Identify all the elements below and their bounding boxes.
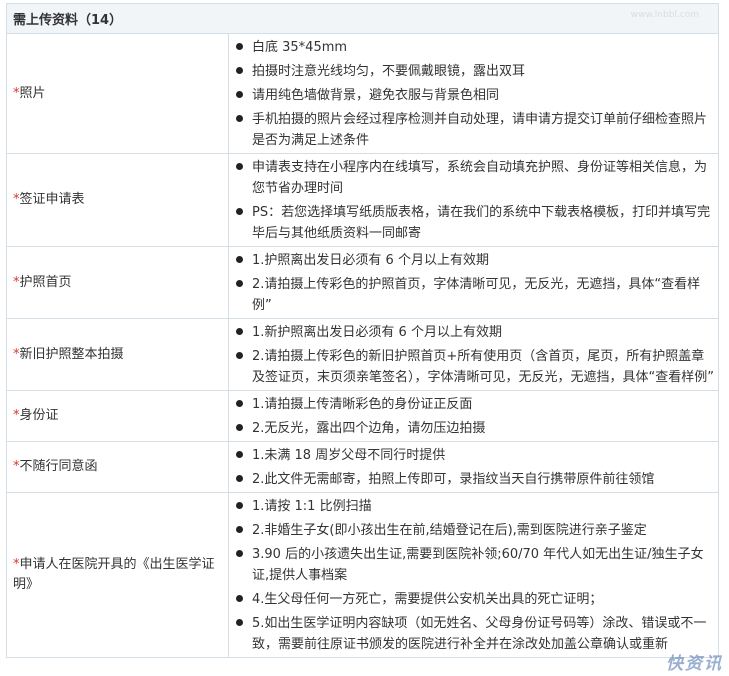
list-item: 1.请拍摄上传清晰彩色的身份证正反面 [234,394,714,415]
bullet-icon [236,91,243,98]
document-label: 身份证 [19,408,59,423]
list-item: 2.无反光，露出四个边角，请勿压边拍摄 [234,418,714,439]
requirements-cell: 1.新护照离出发日必须有 6 个月以上有效期 2.请拍摄上传彩色的新旧护照首页+所… [228,318,719,391]
document-label: 护照首页 [19,274,72,290]
requirements-cell: 1.请按 1:1 比例扫描 2.非婚生子女(即小孩出生在前,结婚登记在后),需到医… [228,492,719,658]
requirement-text: 手机拍摄的照片会经过程序检测并自动处理，请申请方提交订单前仔细检查照片是否为满足… [252,112,708,148]
requirements-cell: 白底 35*45mm 拍摄时注意光线均匀，不要佩戴眼镜，露出双耳 请用纯色墙做背景，… [228,33,719,154]
table-row: *身份证 1.请拍摄上传清晰彩色的身份证正反面 2.无反光，露出四个边角，请勿压边拍… [6,390,719,442]
list-item: 手机拍摄的照片会经过程序检测并自动处理，请申请方提交订单前仔细检查照片是否为满足… [234,109,714,151]
document-label-cell: *护照首页 [6,246,229,319]
requirement-text: 1.请按 1:1 比例扫描 [252,499,372,514]
list-item: 拍摄时注意光线均匀，不要佩戴眼镜，露出双耳 [234,61,714,82]
document-label: 不随行同意函 [19,459,98,474]
requirements-cell: 申请表支持在小程序内在线填写，系统会自动填充护照、身份证等相关信息，为您节省办理… [228,153,719,247]
list-item: 2.此文件无需邮寄，拍照上传即可，录指纹当天自行携带原件前往领馆 [234,469,714,490]
bullet-icon [236,67,243,74]
requirement-text: 2.请拍摄上传彩色的新旧护照首页+所有使用页（含首页，尾页，所有护照盖章及签证页… [252,349,714,385]
document-label-cell: *不随行同意函 [6,441,229,493]
bullet-icon [236,163,243,170]
document-label-cell: *新旧护照整本拍摄 [6,318,229,391]
requirement-text: PS：若您选择填写纸质版表格，请在我们的系统中下载表格模板，打印并填写完毕后与其… [252,205,711,241]
requirement-text: 白底 35*45mm [252,40,348,55]
bullet-icon [236,550,243,557]
requirement-text: 1.新护照离出发日必须有 6 个月以上有效期 [252,325,502,340]
bullet-icon [236,280,243,287]
bullet-icon [236,400,243,407]
bullet-icon [236,43,243,50]
requirement-text: 2.此文件无需邮寄，拍照上传即可，录指纹当天自行携带原件前往领馆 [252,472,655,487]
bullet-icon [236,352,243,359]
document-label-cell: *照片 [6,33,229,154]
list-item: 请用纯色墙做背景，避免衣服与背景色相同 [234,85,714,106]
document-label: 签证申请表 [19,192,85,207]
watermark-logo: 快资讯 [666,654,723,674]
list-item: 白底 35*45mm [234,37,714,58]
document-label: 新旧护照整本拍摄 [19,346,124,362]
document-label: 申请人在医院开具的《出生医学证明》 [13,557,215,592]
list-item: 2.非婚生子女(即小孩出生在前,结婚登记在后),需到医院进行亲子鉴定 [234,520,714,541]
watermark-url: www.lnbbl.com [630,10,699,20]
table-title: 需上传资料（14） [6,3,719,34]
list-item: 2.请拍摄上传彩色的护照首页，字体清晰可见，无反光，无遮挡，具体“查看样例” [234,274,714,316]
requirement-text: 申请表支持在小程序内在线填写，系统会自动填充护照、身份证等相关信息，为您节省办理… [252,160,708,196]
requirement-text: 2.请拍摄上传彩色的护照首页，字体清晰可见，无反光，无遮挡，具体“查看样例” [252,277,701,313]
list-item: PS：若您选择填写纸质版表格，请在我们的系统中下载表格模板，打印并填写完毕后与其… [234,202,714,244]
requirements-cell: 1.未满 18 周岁父母不同行时提供 2.此文件无需邮寄，拍照上传即可，录指纹当天… [228,441,719,493]
list-item: 5.如出生医学证明内容缺项（如无姓名、父母身份证号码等）涂改、错误或不一致，需要… [234,613,714,655]
bullet-icon [236,595,243,602]
bullet-icon [236,502,243,509]
required-documents-table: 需上传资料（14） *照片 白底 35*45mm 拍摄时注意光线均匀，不要佩戴眼镜，… [6,3,719,658]
document-label-cell: *身份证 [6,390,229,442]
requirement-text: 1.护照离出发日必须有 6 个月以上有效期 [252,253,489,268]
bullet-icon [236,475,243,482]
list-item: 申请表支持在小程序内在线填写，系统会自动填充护照、身份证等相关信息，为您节省办理… [234,157,714,199]
requirement-text: 3.90 后的小孩遗失出生证,需要到医院补领;60/70 年代人如无出生证/独生… [252,547,704,583]
bullet-icon [236,328,243,335]
requirement-text: 拍摄时注意光线均匀，不要佩戴眼镜，露出双耳 [252,64,526,79]
requirements-cell: 1.请拍摄上传清晰彩色的身份证正反面 2.无反光，露出四个边角，请勿压边拍摄 [228,390,719,442]
document-label: 照片 [19,85,46,101]
requirement-text: 2.无反光，露出四个边角，请勿压边拍摄 [252,421,486,436]
table-row: *不随行同意函 1.未满 18 周岁父母不同行时提供 2.此文件无需邮寄，拍照上传即… [6,441,719,493]
bullet-icon [236,256,243,263]
table-row: *护照首页 1.护照离出发日必须有 6 个月以上有效期 2.请拍摄上传彩色的护照首页… [6,246,719,319]
document-label-cell: *申请人在医院开具的《出生医学证明》 [6,492,229,658]
list-item: 3.90 后的小孩遗失出生证,需要到医院补领;60/70 年代人如无出生证/独生… [234,544,714,586]
bullet-icon [236,619,243,626]
requirement-text: 5.如出生医学证明内容缺项（如无姓名、父母身份证号码等）涂改、错误或不一致，需要… [252,616,707,652]
table-row: *照片 白底 35*45mm 拍摄时注意光线均匀，不要佩戴眼镜，露出双耳 请用纯色墙做… [6,33,719,154]
list-item: 1.请按 1:1 比例扫描 [234,496,714,517]
table-row: *签证申请表 申请表支持在小程序内在线填写，系统会自动填充护照、身份证等相关信息，… [6,153,719,247]
list-item: 1.未满 18 周岁父母不同行时提供 [234,445,714,466]
requirement-text: 请用纯色墙做背景，避免衣服与背景色相同 [252,88,500,103]
table-header-row: 需上传资料（14） [6,3,719,34]
bullet-icon [236,451,243,458]
table-row: *新旧护照整本拍摄 1.新护照离出发日必须有 6 个月以上有效期 2.请拍摄上传彩色… [6,318,719,391]
list-item: 4.生父母任何一方死亡，需要提供公安机关出具的死亡证明； [234,589,714,610]
requirement-text: 2.非婚生子女(即小孩出生在前,结婚登记在后),需到医院进行亲子鉴定 [252,523,647,538]
list-item: 1.新护照离出发日必须有 6 个月以上有效期 [234,322,714,343]
bullet-icon [236,424,243,431]
table-body: *照片 白底 35*45mm 拍摄时注意光线均匀，不要佩戴眼镜，露出双耳 请用纯色墙做… [6,33,719,658]
list-item: 2.请拍摄上传彩色的新旧护照首页+所有使用页（含首页，尾页，所有护照盖章及签证页… [234,346,714,388]
requirements-cell: 1.护照离出发日必须有 6 个月以上有效期 2.请拍摄上传彩色的护照首页，字体清晰… [228,246,719,319]
bullet-icon [236,115,243,122]
requirement-text: 1.未满 18 周岁父母不同行时提供 [252,448,446,463]
bullet-icon [236,526,243,533]
requirement-text: 4.生父母任何一方死亡，需要提供公安机关出具的死亡证明； [252,592,603,607]
bullet-icon [236,208,243,215]
table-row: *申请人在医院开具的《出生医学证明》 1.请按 1:1 比例扫描 2.非婚生子女(即… [6,492,719,658]
requirement-text: 1.请拍摄上传清晰彩色的身份证正反面 [252,397,473,412]
list-item: 1.护照离出发日必须有 6 个月以上有效期 [234,250,714,271]
document-label-cell: *签证申请表 [6,153,229,247]
